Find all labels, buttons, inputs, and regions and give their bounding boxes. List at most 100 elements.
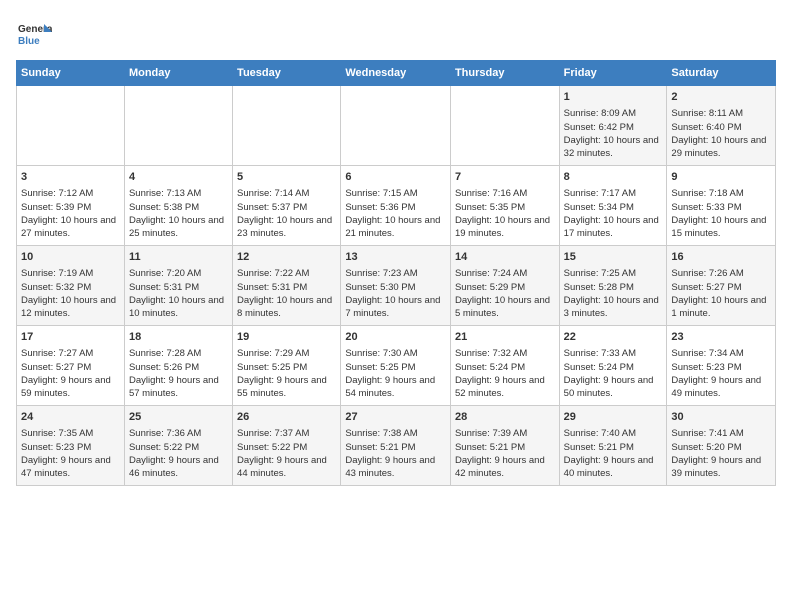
calendar-cell bbox=[17, 86, 125, 166]
day-info: Daylight: 10 hours and 29 minutes. bbox=[671, 135, 766, 159]
day-info: Sunset: 5:34 PM bbox=[564, 202, 634, 213]
day-info: Sunrise: 7:37 AM bbox=[237, 428, 309, 439]
days-header-row: SundayMondayTuesdayWednesdayThursdayFrid… bbox=[17, 61, 776, 86]
calendar-cell: 25Sunrise: 7:36 AMSunset: 5:22 PMDayligh… bbox=[124, 406, 232, 486]
day-info: Sunrise: 8:09 AM bbox=[564, 108, 636, 119]
day-info: Daylight: 10 hours and 8 minutes. bbox=[237, 295, 332, 319]
day-number: 17 bbox=[21, 330, 120, 345]
week-row-5: 24Sunrise: 7:35 AMSunset: 5:23 PMDayligh… bbox=[17, 406, 776, 486]
calendar-cell: 3Sunrise: 7:12 AMSunset: 5:39 PMDaylight… bbox=[17, 166, 125, 246]
week-row-2: 3Sunrise: 7:12 AMSunset: 5:39 PMDaylight… bbox=[17, 166, 776, 246]
day-info: Sunrise: 8:11 AM bbox=[671, 108, 743, 119]
calendar-cell: 22 Sunrise: 7:33 AM Sunset: 5:24 PM Dayligh… bbox=[559, 326, 667, 406]
day-number: 6 bbox=[345, 170, 446, 185]
day-info: Daylight: 10 hours and 27 minutes. bbox=[21, 215, 116, 239]
day-info: Sunrise: 7:33 AM bbox=[564, 348, 636, 359]
day-number: 1 bbox=[564, 90, 663, 105]
day-number: 4 bbox=[129, 170, 228, 185]
day-number: 30 bbox=[671, 410, 771, 425]
day-info: Daylight: 9 hours and 57 minutes. bbox=[129, 375, 219, 399]
calendar-cell: 16 Sunrise: 7:26 AM Sunset: 5:27 PM Dayligh… bbox=[667, 246, 776, 326]
day-number: 14 bbox=[455, 250, 555, 265]
calendar-cell bbox=[233, 86, 341, 166]
day-info: Sunrise: 7:24 AM bbox=[455, 268, 527, 279]
day-number: 16 bbox=[671, 250, 771, 265]
day-info: Sunset: 6:42 PM bbox=[564, 122, 634, 133]
day-number: 28 bbox=[455, 410, 555, 425]
calendar-cell bbox=[450, 86, 559, 166]
day-info: Sunrise: 7:38 AM bbox=[345, 428, 417, 439]
day-number: 3 bbox=[21, 170, 120, 185]
day-info: Sunrise: 7:14 AM bbox=[237, 188, 309, 199]
day-info: Sunset: 5:25 PM bbox=[237, 362, 307, 373]
calendar-cell: 15Sunrise: 7:25 AMSunset: 5:28 PMDayligh… bbox=[559, 246, 667, 326]
day-info: Daylight: 9 hours and 59 minutes. bbox=[21, 375, 111, 399]
day-info: Sunset: 5:27 PM bbox=[671, 282, 741, 293]
day-header-thursday: Thursday bbox=[450, 61, 559, 86]
calendar-cell: 1Sunrise: 8:09 AMSunset: 6:42 PMDaylight… bbox=[559, 86, 667, 166]
calendar-cell: 20Sunrise: 7:30 AMSunset: 5:25 PMDayligh… bbox=[341, 326, 451, 406]
day-info: Daylight: 9 hours and 39 minutes. bbox=[671, 455, 761, 479]
calendar-cell: 14Sunrise: 7:24 AMSunset: 5:29 PMDayligh… bbox=[450, 246, 559, 326]
calendar-cell bbox=[341, 86, 451, 166]
calendar-cell: 18 Sunrise: 7:28 AM Sunset: 5:26 PM Dayligh… bbox=[124, 326, 232, 406]
day-info: Sunrise: 7:15 AM bbox=[345, 188, 417, 199]
day-info: Daylight: 10 hours and 3 minutes. bbox=[564, 295, 659, 319]
svg-text:Blue: Blue bbox=[18, 36, 40, 47]
calendar-cell: 13Sunrise: 7:23 AMSunset: 5:30 PMDayligh… bbox=[341, 246, 451, 326]
calendar-cell: 4Sunrise: 7:13 AMSunset: 5:38 PMDaylight… bbox=[124, 166, 232, 246]
day-info: Sunset: 5:24 PM bbox=[564, 362, 634, 373]
day-info: Sunrise: 7:28 AM bbox=[129, 348, 201, 359]
day-info: Daylight: 9 hours and 42 minutes. bbox=[455, 455, 545, 479]
calendar-cell: 19Sunrise: 7:29 AMSunset: 5:25 PMDayligh… bbox=[233, 326, 341, 406]
day-info: Sunrise: 7:22 AM bbox=[237, 268, 309, 279]
day-info: Sunset: 5:22 PM bbox=[129, 442, 199, 453]
day-number: 22 bbox=[564, 330, 663, 345]
day-number: 18 bbox=[129, 330, 228, 345]
logo: General Blue bbox=[16, 16, 52, 52]
day-info: Daylight: 9 hours and 43 minutes. bbox=[345, 455, 435, 479]
day-info: Sunrise: 7:29 AM bbox=[237, 348, 309, 359]
day-number: 7 bbox=[455, 170, 555, 185]
day-info: Sunset: 5:32 PM bbox=[21, 282, 91, 293]
day-info: Sunset: 5:28 PM bbox=[564, 282, 634, 293]
day-header-saturday: Saturday bbox=[667, 61, 776, 86]
day-number: 23 bbox=[671, 330, 771, 345]
day-info: Sunset: 5:35 PM bbox=[455, 202, 525, 213]
day-number: 27 bbox=[345, 410, 446, 425]
day-info: Daylight: 10 hours and 12 minutes. bbox=[21, 295, 116, 319]
day-header-friday: Friday bbox=[559, 61, 667, 86]
day-number: 8 bbox=[564, 170, 663, 185]
calendar-cell: 28Sunrise: 7:39 AMSunset: 5:21 PMDayligh… bbox=[450, 406, 559, 486]
day-info: Sunrise: 7:25 AM bbox=[564, 268, 636, 279]
header: General Blue bbox=[16, 16, 776, 52]
day-info: Sunrise: 7:26 AM bbox=[671, 268, 743, 279]
day-info: Sunrise: 7:40 AM bbox=[564, 428, 636, 439]
day-info: Daylight: 10 hours and 1 minute. bbox=[671, 295, 766, 319]
week-row-3: 10Sunrise: 7:19 AMSunset: 5:32 PMDayligh… bbox=[17, 246, 776, 326]
day-number: 20 bbox=[345, 330, 446, 345]
day-number: 13 bbox=[345, 250, 446, 265]
day-info: Sunrise: 7:23 AM bbox=[345, 268, 417, 279]
day-info: Daylight: 9 hours and 55 minutes. bbox=[237, 375, 327, 399]
day-info: Sunset: 5:26 PM bbox=[129, 362, 199, 373]
day-info: Sunset: 5:33 PM bbox=[671, 202, 741, 213]
day-header-wednesday: Wednesday bbox=[341, 61, 451, 86]
calendar-cell: 7Sunrise: 7:16 AMSunset: 5:35 PMDaylight… bbox=[450, 166, 559, 246]
day-info: Daylight: 9 hours and 47 minutes. bbox=[21, 455, 111, 479]
day-info: Sunset: 5:36 PM bbox=[345, 202, 415, 213]
calendar-cell: 5Sunrise: 7:14 AMSunset: 5:37 PMDaylight… bbox=[233, 166, 341, 246]
calendar-cell: 10Sunrise: 7:19 AMSunset: 5:32 PMDayligh… bbox=[17, 246, 125, 326]
day-info: Sunrise: 7:39 AM bbox=[455, 428, 527, 439]
day-info: Daylight: 9 hours and 50 minutes. bbox=[564, 375, 654, 399]
day-info: Sunrise: 7:12 AM bbox=[21, 188, 93, 199]
day-header-tuesday: Tuesday bbox=[233, 61, 341, 86]
day-info: Sunrise: 7:27 AM bbox=[21, 348, 93, 359]
day-info: Sunrise: 7:13 AM bbox=[129, 188, 201, 199]
day-number: 24 bbox=[21, 410, 120, 425]
day-number: 9 bbox=[671, 170, 771, 185]
day-info: Sunset: 5:30 PM bbox=[345, 282, 415, 293]
day-info: Daylight: 10 hours and 5 minutes. bbox=[455, 295, 550, 319]
day-info: Sunrise: 7:17 AM bbox=[564, 188, 636, 199]
calendar-cell: 30Sunrise: 7:41 AMSunset: 5:20 PMDayligh… bbox=[667, 406, 776, 486]
